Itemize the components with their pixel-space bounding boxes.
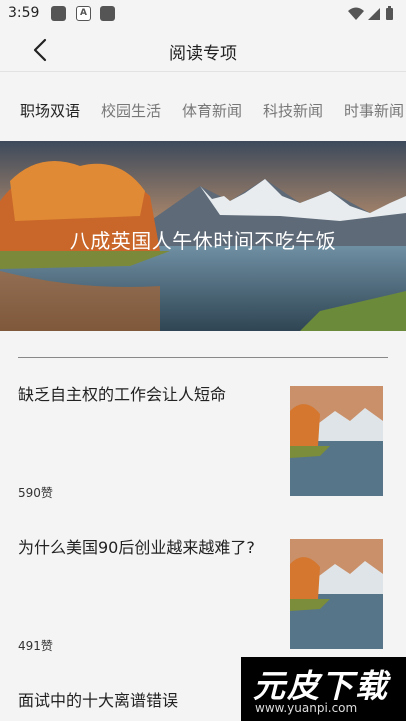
battery-icon xyxy=(386,8,393,20)
notification-a-icon: A xyxy=(76,6,91,21)
article-item[interactable]: 缺乏自主权的工作会让人短命 590赞 xyxy=(0,382,406,532)
tab-tech-news[interactable]: 科技新闻 xyxy=(263,100,323,121)
tab-campus-life[interactable]: 校园生活 xyxy=(101,100,161,121)
article-likes: 491赞 xyxy=(18,639,53,653)
tab-current-affairs[interactable]: 时事新闻 xyxy=(344,100,404,121)
tab-workplace-bilingual[interactable]: 职场双语 xyxy=(20,100,80,121)
category-tabs: 职场双语 校园生活 体育新闻 科技新闻 时事新闻 xyxy=(0,90,406,130)
status-bar: 3:59 A xyxy=(0,0,406,28)
article-thumbnail xyxy=(290,539,383,649)
tab-sports-news[interactable]: 体育新闻 xyxy=(182,100,242,121)
article-title: 缺乏自主权的工作会让人短命 xyxy=(18,385,227,404)
page-title: 阅读专项 xyxy=(169,44,237,64)
wifi-icon xyxy=(348,7,364,20)
signal-icon xyxy=(368,8,380,20)
app-header: 阅读专项 xyxy=(0,28,406,72)
article-likes: 590赞 xyxy=(18,486,53,500)
article-thumbnail xyxy=(290,386,383,496)
article-title: 为什么美国90后创业越来越难了? xyxy=(18,538,255,557)
watermark-url: www.yuanpi.com xyxy=(255,701,358,715)
notification-icon xyxy=(51,6,66,21)
hero-caption: 八成英国人午休时间不吃午饭 xyxy=(69,229,337,253)
status-time: 3:59 xyxy=(8,5,40,21)
article-title: 面试中的十大离谱错误 xyxy=(18,691,179,710)
status-icons xyxy=(348,6,393,20)
section-divider xyxy=(18,357,388,358)
watermark-logo: 元皮下载 www.yuanpi.com xyxy=(241,657,406,721)
notification-icon xyxy=(100,6,115,21)
hero-banner[interactable]: 八成英国人午休时间不吃午饭 xyxy=(0,141,406,331)
